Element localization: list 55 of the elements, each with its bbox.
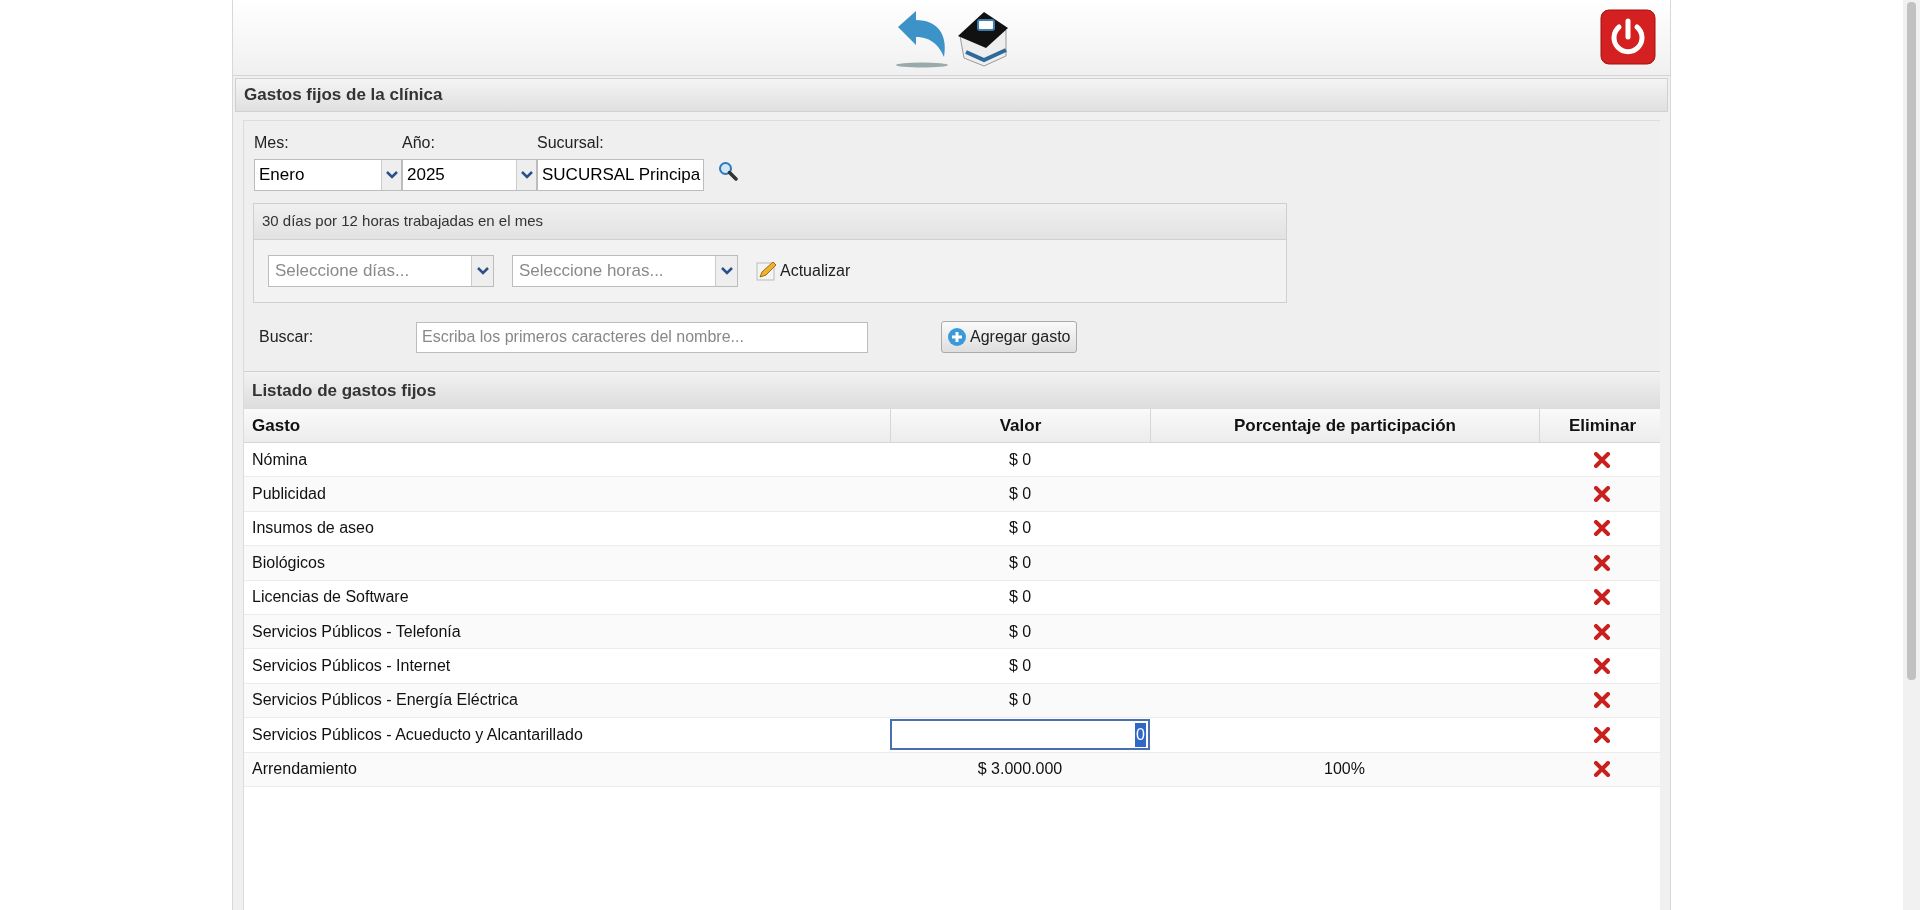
delete-icon[interactable] [1593,761,1611,778]
table-cell-text: Servicios Públicos - Energía Eléctrica [252,690,518,711]
delete-icon[interactable] [1593,554,1611,571]
plus-icon [947,327,967,347]
year-select[interactable]: 2025 [402,159,537,191]
table-cell-text: Licencias de Software [252,587,409,608]
power-icon[interactable] [1600,9,1656,65]
table-cell-text: Servicios Públicos - Acueducto y Alcantarillado [252,724,583,745]
column-header: Gasto [251,414,302,437]
table-cell-text: $ 0 [1008,587,1032,608]
column-header: Valor [890,409,1150,442]
delete-icon[interactable] [1593,692,1611,709]
delete-icon[interactable] [1593,589,1611,606]
table-cell-text: $ 0 [1008,656,1032,677]
field-label: Mes: [254,133,290,153]
delete-icon[interactable] [1593,520,1611,537]
table-cell-text: $ 0 [1008,484,1032,505]
days-select[interactable]: Seleccione días... [268,255,494,287]
table-cell-text: Servicios Públicos - Internet [252,656,451,677]
table-cell-text: $ 0 [1008,518,1032,539]
delete-icon[interactable] [1593,726,1611,743]
pencil-icon [756,260,778,282]
hours-select[interactable]: Seleccione horas... [512,255,738,287]
table-cell-text: $ 0 [1008,690,1032,711]
table-cell-text: Servicios Públicos - Telefonía [252,621,461,642]
table-cell-text: Biológicos [252,552,325,573]
delete-icon[interactable] [1593,658,1611,675]
list-title: Listado de gastos fijos [252,379,437,402]
column-header: Eliminar [1539,409,1665,442]
delete-icon[interactable] [1593,486,1611,503]
delete-icon[interactable] [1593,451,1611,468]
field-label: Año: [402,133,436,153]
search-field[interactable]: Escriba los primeros caracteres del nombre... [416,321,868,353]
month-select[interactable]: Enero [254,159,402,191]
search-icon[interactable] [718,161,738,181]
value-input-field[interactable]: 0 [890,719,1150,751]
branch-select[interactable]: SUCURSAL Principa [537,159,704,191]
table-cell-text: $ 0 [1008,449,1032,470]
table-cell-text: Insumos de aseo [252,518,374,539]
search-label: Buscar: [259,327,315,347]
scrollbar-thumb[interactable] [1907,2,1916,680]
panel-title: Gastos fijos de la clínica [244,84,443,107]
add-expense-button[interactable]: Agregar gasto [941,321,1077,353]
table-cell-text: $ 3.000.000 [977,759,1063,780]
delete-icon[interactable] [1593,623,1611,640]
table-cell-text: 100% [1324,759,1365,780]
table-cell-text: Nómina [252,449,308,470]
table-cell-text: Arrendamiento [252,759,357,780]
field-label: Sucursal: [537,133,605,153]
hours-summary: 30 días por 12 horas trabajadas en el mes [262,211,543,232]
table-cell-text: $ 0 [1008,621,1032,642]
table-cell-text: $ 0 [1008,552,1032,573]
table-cell-text: Publicidad [252,484,326,505]
column-header: Porcentaje de participación [1150,409,1539,442]
update-button[interactable]: Actualizar [756,259,851,283]
